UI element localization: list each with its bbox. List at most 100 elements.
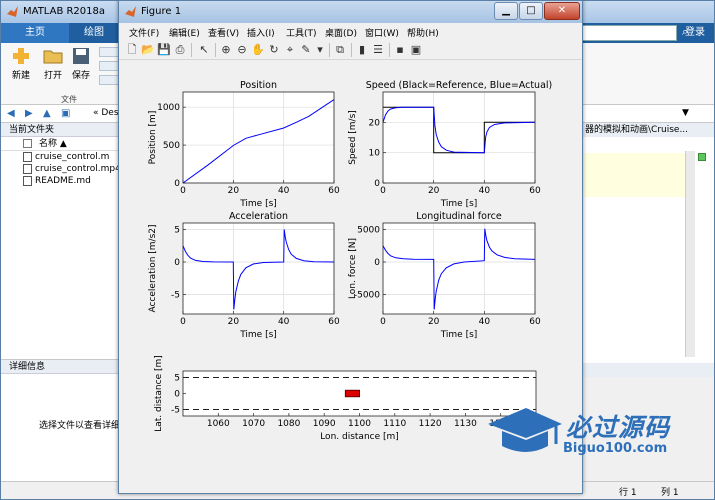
data-cursor-icon[interactable]: ⌖ (283, 43, 297, 57)
x-tick-label: 1110 (383, 419, 406, 429)
menu-edit[interactable]: 编辑(E) (169, 26, 200, 39)
matlab-title: MATLAB R2018a (23, 6, 106, 17)
details-panel: 详细信息 选择文件以查看详细 (1, 359, 121, 481)
code-analyzer-ok-icon[interactable] (698, 153, 706, 161)
command-window-header (581, 363, 714, 377)
x-tick-label: 0 (380, 317, 386, 327)
details-placeholder: 选择文件以查看详细 (39, 421, 121, 431)
x-tick-label: 20 (228, 317, 240, 327)
current-folder-header: 当前文件夹 (1, 123, 120, 137)
y-axis-label: Acceleration [m/s2] (148, 224, 158, 312)
name-column-label: 名称 ▲ (39, 139, 67, 149)
status-col: 列 1 (661, 488, 679, 498)
y-tick-label: 5 (174, 373, 180, 383)
zoom-out-icon[interactable]: ⊖ (235, 43, 249, 57)
minimize-button[interactable]: ▁ (494, 2, 518, 20)
figure-toolbar: 🗋 📂 💾 ⎙ ↖ ⊕ ⊖ ✋ ↻ ⌖ ✎ ▾ ⧉ ▮ ☰ ▪ ▣ (119, 40, 582, 60)
select-all-checkbox[interactable] (23, 139, 32, 148)
y-tick-label: 0 (174, 179, 180, 189)
tab-home[interactable]: 主页 (1, 23, 69, 43)
x-tick-label: 40 (479, 186, 491, 196)
y-axis-label: Lon. force [N] (348, 238, 358, 299)
file-item[interactable]: cruise_control.m (1, 151, 120, 163)
axes-title: Longitudinal force (416, 211, 502, 222)
axes-title: Position (240, 80, 277, 91)
current-folder-panel: 当前文件夹 名称 ▲ cruise_control.m cruise_contr… (1, 123, 121, 363)
menu-view[interactable]: 查看(V) (208, 26, 239, 39)
axes-background (183, 223, 334, 314)
x-tick-label: 0 (380, 186, 386, 196)
details-header: 详细信息 (1, 360, 120, 374)
figure-titlebar[interactable]: Figure 1 ▁ □ ✕ (119, 1, 582, 23)
x-tick-label: 1090 (313, 419, 336, 429)
editor-highlight-region (581, 153, 685, 197)
close-button[interactable]: ✕ (544, 2, 580, 20)
link-icon[interactable]: ⧉ (333, 43, 347, 57)
x-tick-label: 0 (180, 317, 186, 327)
new-figure-icon[interactable]: 🗋 (125, 43, 139, 57)
pointer-icon[interactable]: ↖ (197, 43, 211, 57)
file-name: README.md (35, 176, 91, 186)
tab-plots[interactable]: 绘图 (69, 23, 119, 43)
hide-plot-tools-icon[interactable]: ▪ (393, 43, 407, 57)
pan-icon[interactable]: ✋ (251, 43, 265, 57)
forward-arrow-icon[interactable]: ▶ (25, 108, 37, 120)
legend-icon[interactable]: ☰ (371, 43, 385, 57)
save-icon[interactable]: 💾 (157, 43, 171, 57)
maximize-button[interactable]: □ (519, 2, 543, 20)
brush-dropdown-icon[interactable]: ▾ (313, 43, 327, 57)
new-button[interactable]: 新建 (7, 47, 35, 81)
open-button[interactable]: 打开 (39, 47, 67, 81)
colorbar-icon[interactable]: ▮ (355, 43, 369, 57)
menu-insert[interactable]: 插入(I) (247, 26, 275, 39)
x-tick-label: 1130 (454, 419, 477, 429)
menu-help[interactable]: 帮助(H) (407, 26, 439, 39)
vehicle-marker (344, 389, 361, 398)
menu-tools[interactable]: 工具(T) (286, 26, 317, 39)
menu-desktop[interactable]: 桌面(D) (325, 26, 357, 39)
text-file-icon (23, 176, 32, 186)
figure-title: Figure 1 (141, 6, 182, 17)
y-tick-label: 10 (369, 149, 381, 159)
save-button-label: 保存 (71, 71, 90, 81)
y-axis-label: Lat. distance [m] (154, 355, 164, 432)
browse-folder-icon[interactable]: ▣ (61, 108, 73, 120)
file-item[interactable]: cruise_control.mp4 (1, 163, 121, 175)
x-tick-label: 40 (278, 317, 290, 327)
back-arrow-icon[interactable]: ◀ (7, 108, 19, 120)
show-plot-tools-icon[interactable]: ▣ (409, 43, 423, 57)
file-item[interactable]: README.md (1, 175, 120, 187)
y-tick-label: 0 (174, 258, 180, 268)
documentation-search-input[interactable] (581, 25, 677, 41)
axes-title: Speed (Black=Reference, Blue=Actual) (366, 80, 553, 91)
name-column-header[interactable]: 名称 ▲ (1, 137, 120, 151)
up-folder-icon[interactable]: ▲ (43, 108, 55, 120)
x-tick-label: 1060 (207, 419, 230, 429)
file-name: cruise_control.m (35, 152, 110, 162)
search-icon[interactable]: ⌕ (682, 25, 696, 41)
axes-background (383, 92, 535, 183)
print-icon[interactable]: ⎙ (173, 43, 187, 57)
editor-scrollbar[interactable] (685, 151, 695, 357)
minimize-icon: ▁ (502, 5, 510, 16)
address-dropdown-icon[interactable]: ▼ (682, 108, 689, 118)
x-tick-label: 1070 (242, 419, 265, 429)
x-tick-label: 60 (529, 186, 541, 196)
x-tick-label: 1120 (419, 419, 442, 429)
x-tick-label: 20 (228, 186, 240, 196)
y-tick-label: 1000 (157, 103, 180, 113)
open-icon[interactable]: 📂 (141, 43, 155, 57)
editor-tab-title[interactable]: 器的模拟和动画\Cruise... (581, 123, 714, 137)
save-button[interactable]: 保存 (67, 47, 95, 81)
folder-path[interactable]: « Des (93, 108, 119, 118)
brush-icon[interactable]: ✎ (299, 43, 313, 57)
menu-window[interactable]: 窗口(W) (365, 26, 399, 39)
x-axis-label: Time [s] (440, 330, 478, 340)
menu-file[interactable]: 文件(F) (129, 26, 159, 39)
y-tick-label: -5 (171, 291, 180, 301)
matlab-logo-icon (7, 6, 18, 17)
watermark-url: Biguo100.com (563, 441, 668, 456)
rotate-icon[interactable]: ↻ (267, 43, 281, 57)
x-tick-label: 1100 (348, 419, 371, 429)
zoom-in-icon[interactable]: ⊕ (219, 43, 233, 57)
